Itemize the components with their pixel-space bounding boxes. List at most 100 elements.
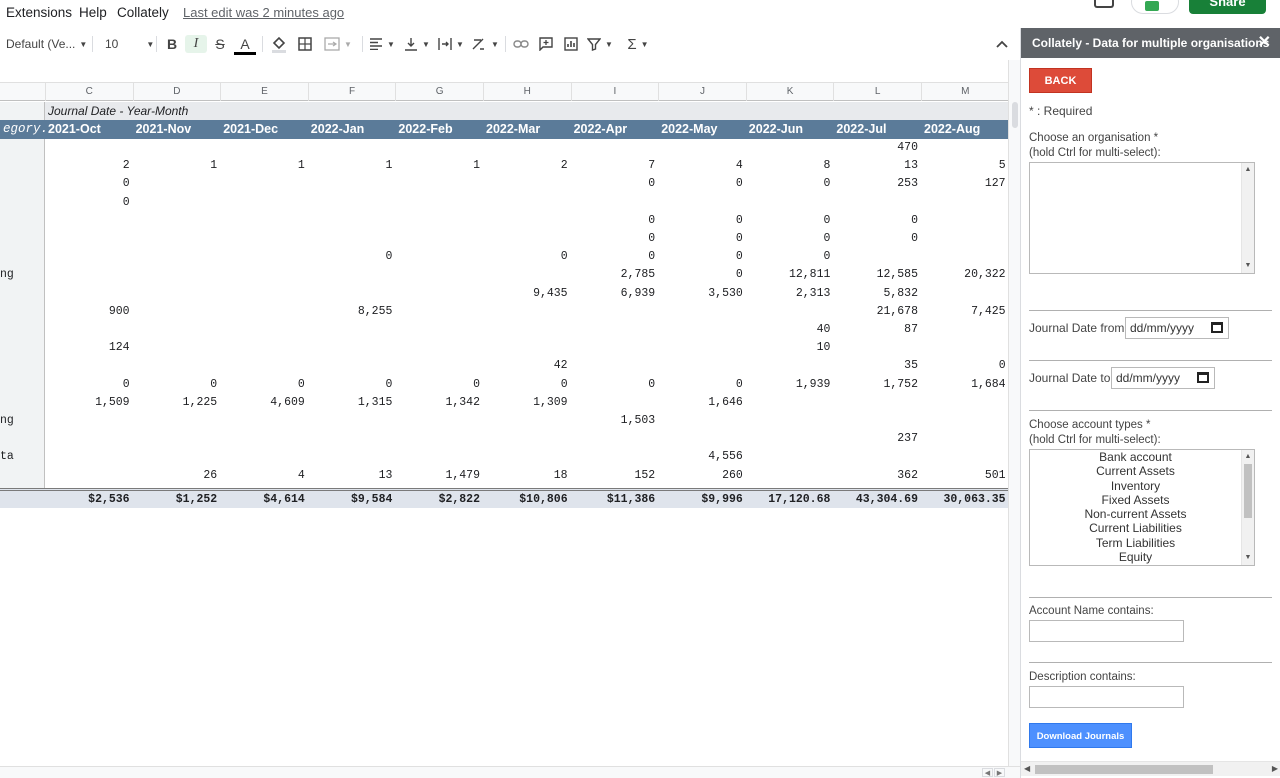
table-cell[interactable] <box>133 448 221 466</box>
table-cell[interactable] <box>308 321 396 339</box>
bold-icon[interactable]: B <box>162 35 182 53</box>
listbox-scrollbar[interactable]: ▲ ▼ <box>1241 450 1254 565</box>
table-cell[interactable]: 26 <box>133 467 221 485</box>
month-header[interactable]: 2021-Nov <box>133 120 221 139</box>
total-cell[interactable]: $1,252 <box>133 491 221 508</box>
table-cell[interactable] <box>395 303 483 321</box>
table-cell[interactable] <box>921 339 1009 357</box>
table-cell[interactable]: 501 <box>921 467 1009 485</box>
table-cell[interactable] <box>220 412 308 430</box>
table-cell[interactable] <box>45 230 133 248</box>
table-cell[interactable] <box>395 430 483 448</box>
table-cell[interactable] <box>308 194 396 212</box>
table-cell[interactable]: 362 <box>833 467 921 485</box>
table-cell[interactable] <box>746 139 834 157</box>
meet-button[interactable] <box>1131 0 1179 14</box>
table-cell[interactable] <box>658 357 746 375</box>
table-cell[interactable]: 260 <box>658 467 746 485</box>
table-cell[interactable] <box>833 248 921 266</box>
table-cell[interactable] <box>45 430 133 448</box>
table-cell[interactable] <box>658 139 746 157</box>
table-cell[interactable]: 5 <box>921 157 1009 175</box>
table-cell[interactable]: 0 <box>308 376 396 394</box>
table-cell[interactable] <box>395 357 483 375</box>
table-cell[interactable] <box>133 212 221 230</box>
listbox-scrollbar[interactable]: ▲ ▼ <box>1241 163 1254 273</box>
table-cell[interactable] <box>45 321 133 339</box>
table-cell[interactable]: 12,811 <box>746 266 834 284</box>
strikethrough-icon[interactable]: S <box>210 35 230 53</box>
table-cell[interactable] <box>395 266 483 284</box>
table-cell[interactable] <box>571 448 659 466</box>
table-cell[interactable] <box>308 175 396 193</box>
month-header[interactable]: 2022-Apr <box>571 120 659 139</box>
account-type-option[interactable]: Non-current Assets <box>1030 507 1254 521</box>
table-cell[interactable] <box>133 230 221 248</box>
table-cell[interactable] <box>921 248 1009 266</box>
total-cell[interactable]: 17,120.68 <box>746 491 834 508</box>
table-cell[interactable] <box>133 303 221 321</box>
table-cell[interactable]: 237 <box>833 430 921 448</box>
table-cell[interactable] <box>395 212 483 230</box>
table-cell[interactable] <box>658 303 746 321</box>
table-cell[interactable]: 1,684 <box>921 376 1009 394</box>
text-rotate-icon[interactable]: ▼ <box>471 35 499 53</box>
table-cell[interactable] <box>308 430 396 448</box>
table-cell[interactable] <box>833 394 921 412</box>
table-cell[interactable] <box>921 321 1009 339</box>
table-cell[interactable]: 21,678 <box>833 303 921 321</box>
vertical-scrollbar[interactable] <box>1008 60 1020 766</box>
table-cell[interactable] <box>746 467 834 485</box>
table-cell[interactable]: 0 <box>571 212 659 230</box>
comment-history-icon[interactable] <box>1094 0 1114 8</box>
back-button[interactable]: BACK <box>1029 68 1092 93</box>
menu-extensions[interactable]: Extensions <box>6 5 72 20</box>
column-header[interactable]: L <box>833 83 921 101</box>
table-cell[interactable]: 4 <box>220 467 308 485</box>
table-cell[interactable] <box>571 430 659 448</box>
table-cell[interactable] <box>746 394 834 412</box>
table-cell[interactable] <box>395 175 483 193</box>
download-journals-button[interactable]: Download Journals <box>1029 723 1132 748</box>
month-header[interactable]: 2021-Oct <box>45 120 133 139</box>
row-header-label[interactable]: egory.C <box>0 120 45 139</box>
functions-icon[interactable]: Σ ▼ <box>624 35 652 53</box>
table-cell[interactable]: 20,322 <box>921 266 1009 284</box>
menu-help[interactable]: Help <box>79 5 107 20</box>
table-cell[interactable] <box>220 357 308 375</box>
table-cell[interactable] <box>395 321 483 339</box>
font-select[interactable]: Default (Ve... ▼ <box>6 35 88 53</box>
scroll-down-icon[interactable]: ▼ <box>1242 260 1254 272</box>
table-cell[interactable] <box>833 339 921 357</box>
close-icon[interactable]: ✕ <box>1258 28 1271 58</box>
table-cell[interactable] <box>658 412 746 430</box>
table-cell[interactable]: 0 <box>658 376 746 394</box>
row-label[interactable]: ng <box>0 412 44 430</box>
table-cell[interactable]: 2 <box>45 157 133 175</box>
total-cell[interactable]: $4,614 <box>220 491 308 508</box>
column-header[interactable]: J <box>658 83 746 101</box>
table-cell[interactable] <box>308 266 396 284</box>
total-cell[interactable]: 43,304.69 <box>833 491 921 508</box>
table-cell[interactable]: 0 <box>833 212 921 230</box>
table-cell[interactable] <box>308 448 396 466</box>
table-cell[interactable] <box>308 412 396 430</box>
row-label[interactable] <box>0 212 44 230</box>
row-label[interactable]: ta <box>0 448 44 466</box>
scroll-left-icon[interactable]: ◀ <box>1024 764 1030 773</box>
table-cell[interactable] <box>45 248 133 266</box>
row-label[interactable] <box>0 139 44 157</box>
table-cell[interactable]: 0 <box>658 248 746 266</box>
account-type-option[interactable]: Current Liabilities <box>1030 521 1254 535</box>
table-cell[interactable]: 3,530 <box>658 285 746 303</box>
table-cell[interactable] <box>571 357 659 375</box>
collapse-toolbar-icon[interactable] <box>993 35 1011 53</box>
last-edit-link[interactable]: Last edit was 2 minutes ago <box>183 5 344 20</box>
table-cell[interactable] <box>833 448 921 466</box>
row-label[interactable] <box>0 467 44 485</box>
table-cell[interactable]: 127 <box>921 175 1009 193</box>
calendar-icon[interactable] <box>1211 322 1223 333</box>
month-header[interactable]: 2022-May <box>658 120 746 139</box>
table-cell[interactable] <box>395 194 483 212</box>
table-cell[interactable] <box>746 448 834 466</box>
